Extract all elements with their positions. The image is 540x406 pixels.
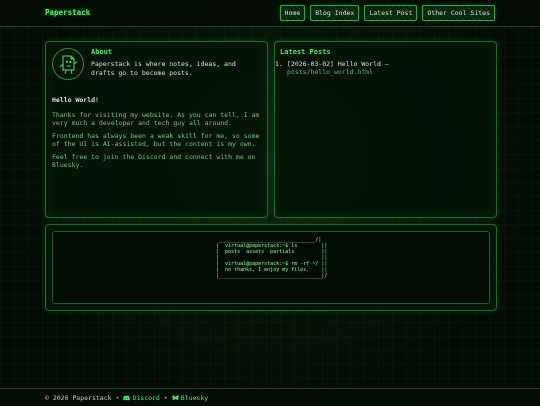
site-footer: © 2026 Paperstack • Discord • Bluesky bbox=[0, 388, 540, 406]
post-title-link[interactable]: [2026-03-02] Hello World — bbox=[287, 60, 389, 68]
paper-sheet-character-icon bbox=[59, 55, 78, 75]
discord-link[interactable]: Discord bbox=[123, 394, 160, 402]
post-path: posts/hello_world.html bbox=[287, 68, 374, 76]
about-heading: About bbox=[91, 48, 113, 56]
discord-label[interactable]: Discord bbox=[132, 394, 159, 402]
footer-row: © 2026 Paperstack • Discord • Bluesky bbox=[45, 394, 208, 402]
terminal-ascii-art: ________________________________/| | vir… bbox=[216, 237, 328, 279]
footer-copyright: © 2026 Paperstack bbox=[45, 394, 112, 402]
about-paragraph: Thanks for visiting my website. As you c… bbox=[52, 111, 260, 127]
nav-home-button[interactable]: Home bbox=[279, 5, 306, 21]
about-paragraph: Feel free to join the Discord and connec… bbox=[52, 153, 256, 169]
nav-blog-index-button[interactable]: Blog Index bbox=[310, 5, 360, 21]
main-nav: Home Blog Index Latest Post Other Cool S… bbox=[279, 5, 495, 21]
footer-separator: • bbox=[163, 394, 168, 402]
nav-other-cool-sites-button[interactable]: Other Cool Sites bbox=[422, 5, 495, 21]
bluesky-label[interactable]: Bluesky bbox=[181, 394, 208, 402]
terminal-panel: ________________________________/| | vir… bbox=[45, 224, 497, 311]
site-brand[interactable]: Paperstack bbox=[45, 8, 90, 17]
post-number: 1. bbox=[275, 60, 283, 68]
latest-posts-heading: Latest Posts bbox=[280, 48, 331, 56]
latest-posts-panel: Latest Posts 1. [2026-03-02] Hello World… bbox=[274, 41, 497, 218]
bluesky-link[interactable]: Bluesky bbox=[172, 394, 208, 402]
about-greeting: Hello World! bbox=[52, 96, 99, 104]
about-panel: About Paperstack is where notes, ideas, … bbox=[45, 41, 268, 218]
bluesky-butterfly-icon bbox=[172, 395, 179, 400]
terminal-window: ________________________________/| | vir… bbox=[52, 231, 490, 304]
footer-separator: • bbox=[115, 394, 120, 402]
about-body: Hello World! Thanks for visiting my webs… bbox=[52, 96, 262, 174]
discord-icon bbox=[123, 395, 131, 401]
nav-latest-post-button[interactable]: Latest Post bbox=[364, 5, 418, 21]
about-intro: Paperstack is where notes, ideas, and dr… bbox=[91, 60, 236, 77]
site-header: Paperstack Home Blog Index Latest Post O… bbox=[0, 0, 540, 27]
about-paragraph: Frontend has always been a weak skill fo… bbox=[52, 132, 260, 148]
avatar bbox=[52, 48, 84, 80]
